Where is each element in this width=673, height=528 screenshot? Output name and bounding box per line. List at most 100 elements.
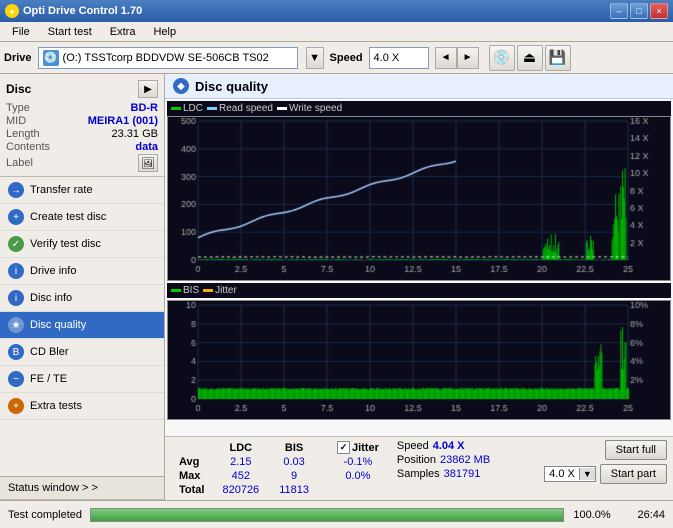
max-ldc: 452: [212, 469, 269, 483]
close-button[interactable]: ×: [650, 3, 668, 19]
total-bis: 11813: [269, 483, 319, 497]
label-icon-button[interactable]: 🖼: [138, 154, 158, 172]
jitter-legend-color: [203, 289, 213, 292]
total-jitter-placeholder: [327, 483, 389, 497]
contents-label: Contents: [6, 141, 50, 153]
extra-tests-icon: +: [8, 398, 24, 414]
jitter-check-cell: ✓ Jitter: [327, 440, 389, 455]
stats-max-row: Max 452 9 0.0%: [171, 469, 389, 483]
drive-bar: Drive 💿 (O:) TSSTcorp BDDVDW SE-506CB TS…: [0, 42, 673, 74]
lower-chart-container: [167, 300, 671, 420]
label-label: Label: [6, 157, 33, 169]
sidebar: Disc ▶ Type BD-R MID MEIRA1 (001) Length…: [0, 74, 165, 500]
sidebar-item-fe-te[interactable]: ~ FE / TE: [0, 366, 164, 393]
disc-action-icon[interactable]: 💿: [489, 45, 515, 71]
sidebar-item-transfer-rate[interactable]: → Transfer rate: [0, 177, 164, 204]
sidebar-item-extra-tests[interactable]: + Extra tests: [0, 393, 164, 420]
start-full-button[interactable]: Start full: [605, 440, 667, 460]
stats-table: LDC BIS ✓ Jitter Avg 2.15 0.0: [171, 440, 389, 497]
disc-title: Disc: [6, 82, 31, 96]
menu-extra[interactable]: Extra: [102, 24, 144, 40]
sidebar-item-disc-quality-label: Disc quality: [30, 319, 86, 331]
jitter-legend: Jitter: [203, 285, 237, 296]
status-window-label: Status window > >: [8, 482, 98, 494]
menu-file[interactable]: File: [4, 24, 38, 40]
type-label: Type: [6, 102, 30, 114]
speed-stat-value: 4.04 X: [433, 440, 465, 452]
start-part-row: 4.0 X ▼ Start part: [544, 464, 667, 484]
speed-row: Speed 4.04 X: [397, 440, 490, 452]
stats-total-row: Total 820726 11813: [171, 483, 389, 497]
read-speed-legend-color: [207, 107, 217, 110]
max-jitter: 0.0%: [327, 469, 389, 483]
total-label: Total: [171, 483, 212, 497]
status-window-button[interactable]: Status window > >: [0, 477, 164, 500]
position-value: 23862 MB: [440, 454, 490, 466]
eject-icon[interactable]: ⏏: [517, 45, 543, 71]
length-label: Length: [6, 128, 40, 140]
avg-label: Avg: [171, 455, 212, 469]
samples-row: Samples 381791: [397, 468, 490, 480]
jitter-checkbox[interactable]: ✓: [337, 441, 350, 454]
transfer-rate-icon: →: [8, 182, 24, 198]
speed-select[interactable]: 4.0 X: [369, 47, 429, 69]
speed-select-dropdown[interactable]: 4.0 X ▼: [544, 466, 596, 482]
create-disc-icon: +: [8, 209, 24, 225]
speed-nav: ◄ ►: [435, 47, 479, 69]
verify-icon: ✓: [8, 236, 24, 252]
start-full-row: Start full: [605, 440, 667, 460]
menu-help[interactable]: Help: [145, 24, 184, 40]
save-icon[interactable]: 💾: [545, 45, 571, 71]
position-row: Position 23862 MB: [397, 454, 490, 466]
sidebar-item-create-label: Create test disc: [30, 211, 106, 223]
sidebar-item-create-test-disc[interactable]: + Create test disc: [0, 204, 164, 231]
sidebar-item-cd-bler[interactable]: B CD Bler: [0, 339, 164, 366]
progress-bar-container: [90, 508, 564, 522]
sidebar-item-disc-info[interactable]: i Disc info: [0, 285, 164, 312]
speed-prev-button[interactable]: ◄: [435, 47, 457, 69]
minimize-button[interactable]: –: [610, 3, 628, 19]
maximize-button[interactable]: □: [630, 3, 648, 19]
disc-arrow-button[interactable]: ▶: [138, 80, 158, 98]
chart-title: Disc quality: [195, 79, 268, 94]
bis-legend: BIS: [171, 285, 199, 296]
progress-area: Test completed 100.0% 26:44: [0, 500, 673, 528]
action-buttons-area: Start full 4.0 X ▼ Start part: [544, 440, 667, 484]
sidebar-item-drive-info-label: Drive info: [30, 265, 76, 277]
bis-header: BIS: [269, 440, 319, 455]
speed-next-button[interactable]: ►: [457, 47, 479, 69]
lower-chart-canvas: [168, 301, 670, 419]
disc-info-icon: i: [8, 290, 24, 306]
sidebar-item-drive-info[interactable]: i Drive info: [0, 258, 164, 285]
drive-label: Drive: [4, 52, 32, 64]
progress-time: 26:44: [620, 509, 665, 521]
max-label: Max: [171, 469, 212, 483]
title-bar: ● Opti Drive Control 1.70 – □ ×: [0, 0, 673, 22]
sidebar-item-extra-tests-label: Extra tests: [30, 400, 82, 412]
drive-selector[interactable]: 💿 (O:) TSSTcorp BDDVDW SE-506CB TS02: [38, 47, 298, 69]
length-value: 23.31 GB: [112, 128, 158, 140]
cd-bler-icon: B: [8, 344, 24, 360]
sidebar-item-cd-bler-label: CD Bler: [30, 346, 69, 358]
write-speed-legend-color: [277, 107, 287, 110]
disc-section: Disc ▶ Type BD-R MID MEIRA1 (001) Length…: [0, 74, 164, 177]
read-speed-legend: Read speed: [207, 103, 273, 114]
sidebar-item-verify-test-disc[interactable]: ✓ Verify test disc: [0, 231, 164, 258]
start-part-button[interactable]: Start part: [600, 464, 667, 484]
max-bis: 9: [269, 469, 319, 483]
app-icon: ●: [5, 4, 19, 18]
mid-label: MID: [6, 115, 26, 127]
chart-title-icon: ◆: [173, 78, 189, 94]
speed-dropdown-arrow[interactable]: ▼: [579, 468, 595, 480]
sidebar-item-transfer-rate-label: Transfer rate: [30, 184, 93, 196]
fe-te-icon: ~: [8, 371, 24, 387]
menu-start-test[interactable]: Start test: [40, 24, 100, 40]
sidebar-item-disc-info-label: Disc info: [30, 292, 72, 304]
main-area: Disc ▶ Type BD-R MID MEIRA1 (001) Length…: [0, 74, 673, 500]
drive-arrow-button[interactable]: ▼: [306, 47, 324, 69]
total-ldc: 820726: [212, 483, 269, 497]
sidebar-item-disc-quality[interactable]: ★ Disc quality: [0, 312, 164, 339]
position-label: Position: [397, 454, 436, 466]
stats-header-row: LDC BIS ✓ Jitter: [171, 440, 389, 455]
speed-stat-label: Speed: [397, 440, 429, 452]
